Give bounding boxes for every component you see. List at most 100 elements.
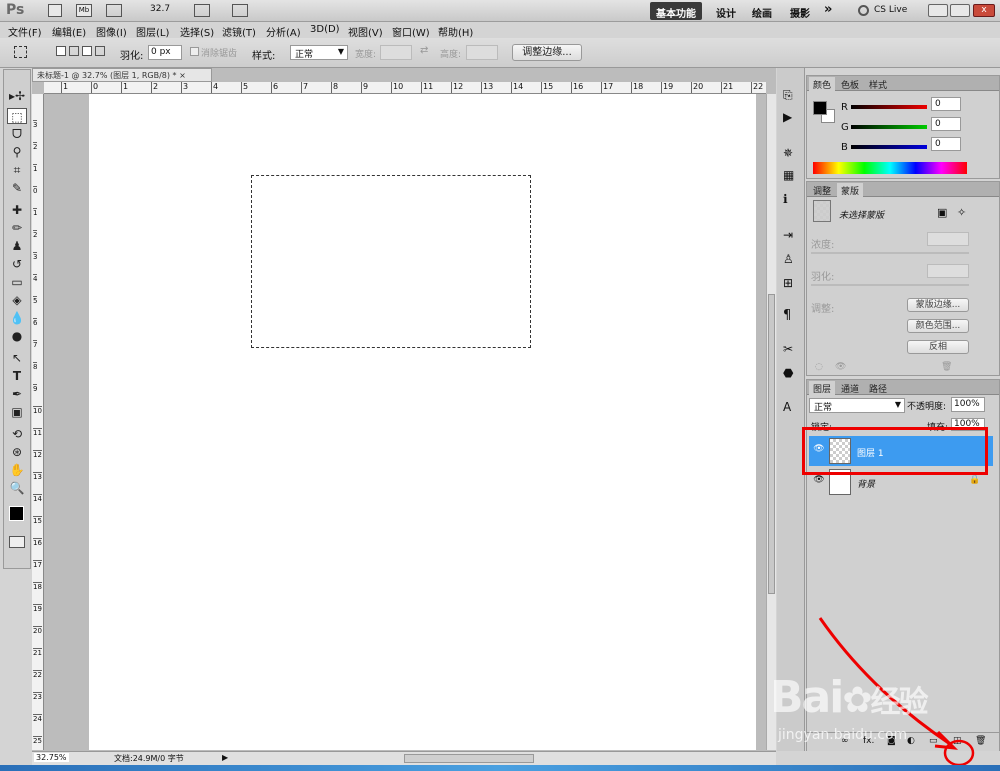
zoom-level[interactable]: 32.75%: [34, 753, 69, 762]
pixel-mask-icon[interactable]: ▣: [937, 206, 947, 219]
move-tool-icon[interactable]: ▸✢: [7, 88, 27, 104]
menu-view[interactable]: 视图(V): [348, 24, 383, 39]
healing-brush-tool-icon[interactable]: ✚: [7, 202, 27, 218]
density-slider[interactable]: [811, 252, 969, 254]
path-select-tool-icon[interactable]: ↖: [7, 350, 27, 366]
tab-color[interactable]: 颜色: [809, 77, 836, 91]
color-range-button[interactable]: 颜色范围...: [907, 319, 969, 333]
marquee-preset-icon[interactable]: [14, 46, 27, 58]
menu-select[interactable]: 选择(S): [180, 24, 214, 39]
tools-mix-panel-icon[interactable]: ✂: [783, 342, 793, 356]
brush-tool-icon[interactable]: ✏: [7, 220, 27, 236]
load-selection-icon[interactable]: ◌: [815, 362, 823, 372]
clone-source-panel-icon[interactable]: ♙: [783, 252, 794, 266]
zoom-combo[interactable]: 32.7: [150, 4, 170, 14]
layer-name[interactable]: 背景: [857, 477, 875, 490]
visibility-eye-icon[interactable]: 👁: [812, 475, 826, 489]
workspace-photography[interactable]: 摄影: [784, 2, 816, 20]
eraser-tool-icon[interactable]: ▭: [7, 274, 27, 290]
foreground-color-swatch[interactable]: [9, 506, 24, 521]
rectangular-marquee-tool-icon[interactable]: ⬚: [7, 108, 27, 124]
refine-edge-button[interactable]: 调整边缘...: [512, 44, 582, 61]
opacity-input[interactable]: 100%: [951, 397, 985, 412]
actions-panel-icon[interactable]: ▶: [783, 110, 792, 124]
character-panel-icon[interactable]: A: [783, 400, 791, 414]
style-select[interactable]: 正常 ▼: [290, 45, 348, 60]
minimize-button[interactable]: [928, 4, 948, 17]
workspace-painting[interactable]: 绘画: [746, 2, 778, 20]
selection-marquee[interactable]: [251, 175, 531, 348]
blend-mode-select[interactable]: 正常 ▼: [809, 398, 905, 413]
hand-tool-icon[interactable]: ✋: [7, 462, 27, 478]
quick-select-tool-icon[interactable]: ⚲: [7, 144, 27, 160]
mask-feather-slider[interactable]: [811, 284, 969, 286]
tab-adjustments[interactable]: 调整: [809, 183, 835, 197]
restore-button[interactable]: [950, 4, 970, 17]
arrange-documents-icon[interactable]: [194, 4, 210, 17]
close-tab-icon[interactable]: ×: [179, 71, 186, 80]
channel-b-slider[interactable]: [851, 145, 927, 149]
menu-edit[interactable]: 编辑(E): [52, 24, 86, 39]
channel-r-input[interactable]: 0: [931, 97, 961, 111]
apply-mask-icon[interactable]: 👁: [835, 362, 846, 372]
width-input[interactable]: [380, 45, 412, 60]
tab-channels[interactable]: 通道: [837, 381, 863, 395]
tool-presets-panel-icon[interactable]: ⊞: [783, 276, 793, 290]
channel-g-input[interactable]: 0: [931, 117, 961, 131]
vertical-scrollbar-thumb[interactable]: [768, 294, 775, 594]
lasso-tool-icon[interactable]: ᗜ: [7, 126, 27, 142]
feather-input[interactable]: 0 px: [148, 45, 182, 60]
mask-edge-button[interactable]: 蒙版边缘...: [907, 298, 969, 312]
shape-tool-icon[interactable]: ▣: [7, 404, 27, 420]
channel-b-input[interactable]: 0: [931, 137, 961, 151]
add-selection-icon[interactable]: [69, 46, 79, 56]
paragraph-panel-icon[interactable]: ¶: [783, 308, 791, 323]
screen-mode-icon[interactable]: [232, 4, 248, 17]
channel-r-slider[interactable]: [851, 105, 927, 109]
swap-icon[interactable]: ⇄: [420, 45, 428, 56]
new-selection-icon[interactable]: [56, 46, 66, 56]
intersect-selection-icon[interactable]: [95, 46, 105, 56]
3d-rotate-tool-icon[interactable]: ⟲: [7, 426, 27, 442]
menu-3d[interactable]: 3D(D): [310, 24, 340, 35]
3d-orbit-tool-icon[interactable]: ⊛: [7, 444, 27, 460]
vector-mask-icon[interactable]: ✧: [957, 206, 966, 219]
menu-image[interactable]: 图像(I): [96, 24, 127, 39]
3d-panel-icon[interactable]: ⬣: [783, 366, 793, 380]
delete-mask-icon[interactable]: 🗑: [941, 362, 952, 372]
blur-tool-icon[interactable]: 💧: [7, 310, 27, 326]
type-tool-icon[interactable]: T: [7, 368, 27, 384]
menu-filter[interactable]: 滤镜(T): [222, 24, 256, 39]
mask-feather-input[interactable]: [927, 264, 969, 278]
cs-live-icon[interactable]: [858, 5, 869, 16]
brushes-panel-icon[interactable]: ⇥: [783, 228, 793, 242]
height-input[interactable]: [466, 45, 498, 60]
tab-styles[interactable]: 样式: [865, 77, 891, 91]
workspace-essentials[interactable]: 基本功能: [650, 2, 702, 20]
menu-analysis[interactable]: 分析(A): [266, 24, 301, 39]
color-fg-swatch[interactable]: [813, 101, 827, 115]
color-ramp[interactable]: [813, 162, 967, 174]
density-input[interactable]: [927, 232, 969, 246]
invert-button[interactable]: 反相: [907, 340, 969, 354]
eyedropper-tool-icon[interactable]: ✎: [7, 180, 27, 196]
antialias-checkbox[interactable]: [190, 47, 199, 56]
paint-bucket-tool-icon[interactable]: ◈: [7, 292, 27, 308]
workspace-design[interactable]: 设计: [710, 2, 742, 20]
crop-tool-icon[interactable]: ⌗: [7, 162, 27, 178]
history-brush-tool-icon[interactable]: ↺: [7, 256, 27, 272]
horizontal-scrollbar-thumb[interactable]: [404, 754, 534, 763]
status-arrow-icon[interactable]: ▶: [222, 753, 228, 762]
close-button[interactable]: x: [973, 4, 995, 17]
channel-g-slider[interactable]: [851, 125, 927, 129]
menu-layer[interactable]: 图层(L): [136, 24, 169, 39]
menu-file[interactable]: 文件(F): [8, 24, 42, 39]
dodge-tool-icon[interactable]: ●: [7, 328, 27, 344]
mini-bridge-icon[interactable]: Mb: [76, 4, 92, 17]
tab-paths[interactable]: 路径: [865, 381, 891, 395]
zoom-tool-icon[interactable]: 🔍: [7, 480, 27, 496]
menu-help[interactable]: 帮助(H): [438, 24, 473, 39]
clone-stamp-tool-icon[interactable]: ♟: [7, 238, 27, 254]
history-panel-icon[interactable]: ⎘: [783, 88, 793, 103]
view-extras-icon[interactable]: [106, 4, 122, 17]
